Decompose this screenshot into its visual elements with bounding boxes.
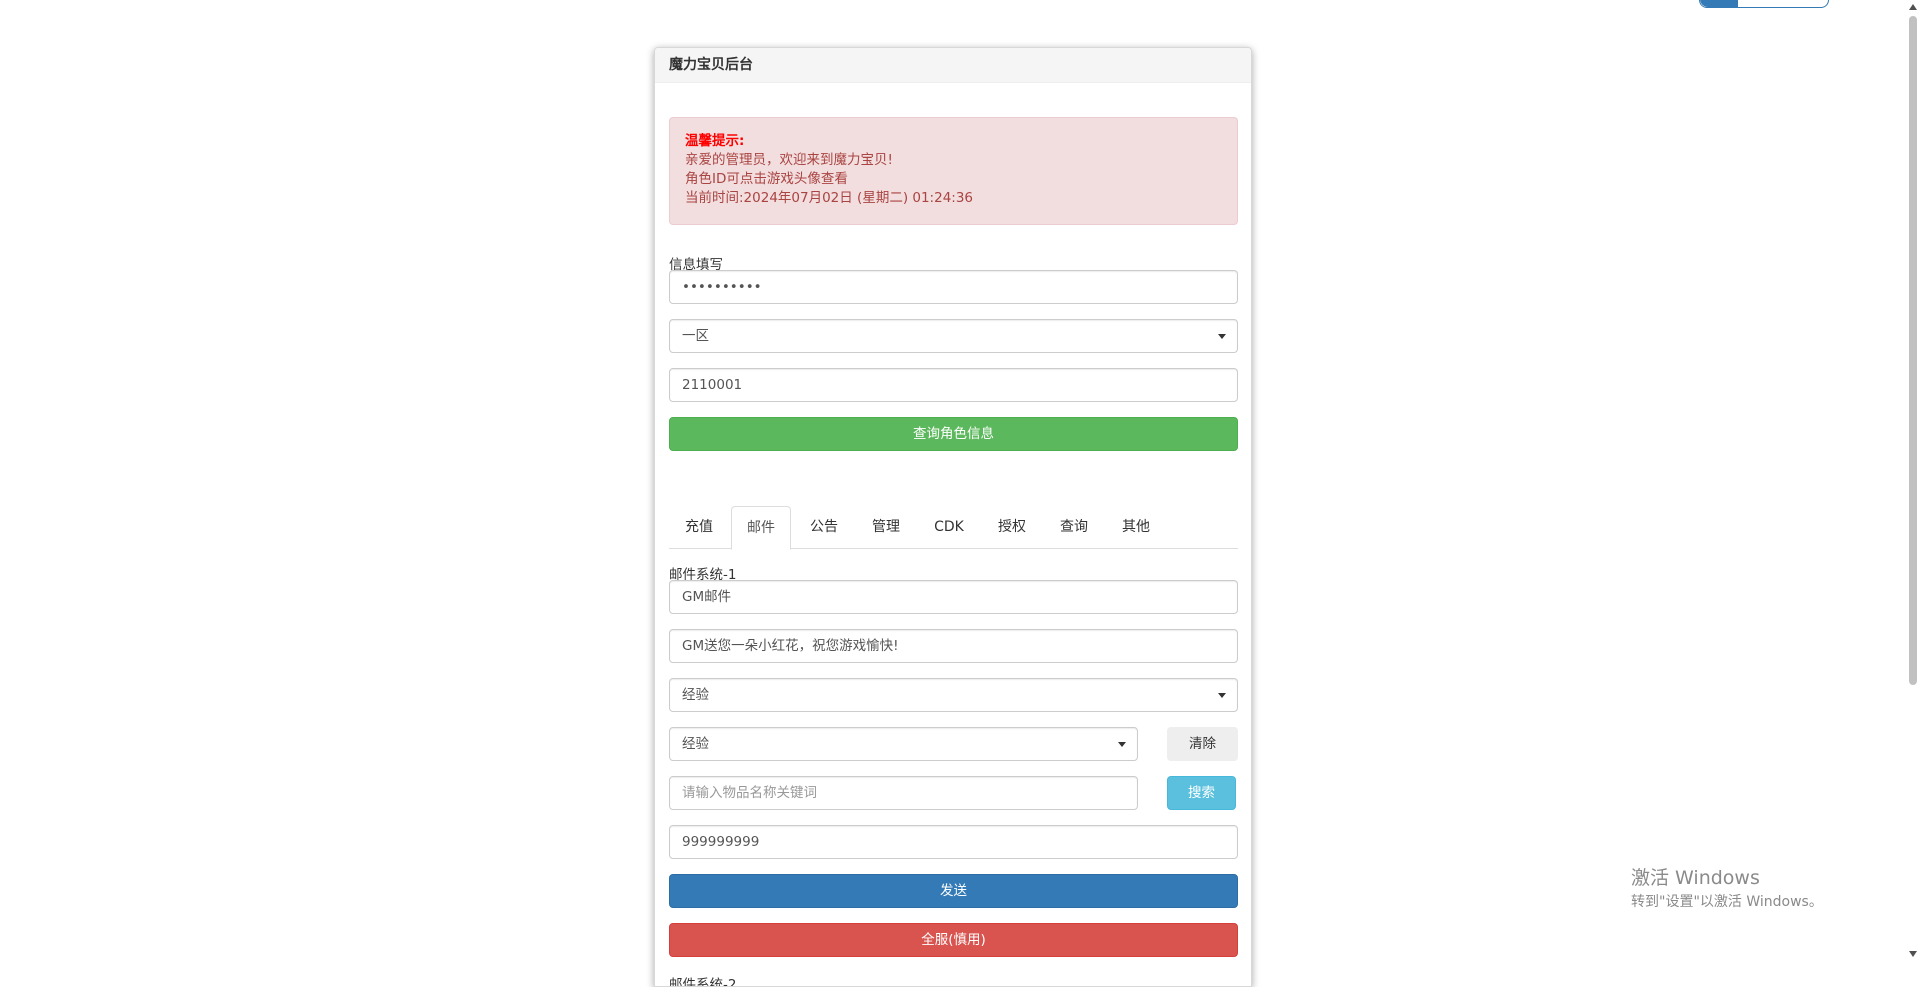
watermark-subtitle: 转到"设置"以激活 Windows。 [1631,892,1823,912]
server-select-value: 一区 [682,328,709,344]
all-server-button[interactable]: 全服(慎用) [669,923,1238,957]
tab-cdk[interactable]: CDK [917,506,981,549]
item-search-input[interactable]: 请输入物品名称关键词 [669,776,1138,810]
alert-role-id-hint: 角色ID可点击游戏头像查看 [685,170,1222,189]
alert-title: 温馨提示: [685,132,1222,151]
chevron-down-icon [1218,693,1226,698]
top-toggle-pill[interactable] [1699,0,1829,8]
mail-title-field[interactable]: GM邮件 [669,580,1238,614]
query-role-button[interactable]: 查询角色信息 [669,417,1238,451]
mail-item-value: 经验 [682,736,709,752]
mail-system-2-label: 邮件系统-2 [669,973,736,987]
scrollbar-thumb[interactable] [1909,16,1917,685]
panel-title: 魔力宝贝后台 [655,48,1251,83]
top-toggle-fill [1700,0,1738,7]
scroll-down-icon[interactable] [1909,951,1917,957]
chevron-down-icon [1118,742,1126,747]
tab-authorize[interactable]: 授权 [981,506,1043,549]
tab-manage[interactable]: 管理 [855,506,917,549]
mail-type-value: 经验 [682,687,709,703]
clear-button[interactable]: 清除 [1167,727,1238,761]
tab-query[interactable]: 查询 [1043,506,1105,549]
page-scrollbar[interactable] [1906,0,1920,961]
mail-item-select[interactable]: 经验 [669,727,1138,761]
admin-panel: 魔力宝贝后台 温馨提示: 亲爱的管理员，欢迎来到魔力宝贝! 角色ID可点击游戏头… [654,47,1252,987]
role-id-field[interactable]: 2110001 [669,368,1238,402]
mail-content-field[interactable]: GM送您一朵小红花，祝您游戏愉快! [669,629,1238,663]
tab-other[interactable]: 其他 [1105,506,1167,549]
function-tabs: 充值 邮件 公告 管理 CDK 授权 查询 其他 [669,506,1238,549]
alert-welcome-line: 亲爱的管理员，欢迎来到魔力宝贝! [685,151,1222,170]
mail-type-select[interactable]: 经验 [669,678,1238,712]
scroll-up-icon[interactable] [1909,4,1917,10]
tab-announcement[interactable]: 公告 [793,506,855,549]
quantity-field[interactable]: 999999999 [669,825,1238,859]
notice-alert: 温馨提示: 亲爱的管理员，欢迎来到魔力宝贝! 角色ID可点击游戏头像查看 当前时… [669,117,1238,225]
tab-mail[interactable]: 邮件 [731,506,791,550]
chevron-down-icon [1218,334,1226,339]
windows-activation-watermark: 激活 Windows 转到"设置"以激活 Windows。 [1631,866,1823,912]
server-select[interactable]: 一区 [669,319,1238,353]
tab-recharge[interactable]: 充值 [669,506,729,549]
password-field[interactable]: •••••••••• [669,270,1238,304]
watermark-title: 激活 Windows [1631,866,1823,890]
send-button[interactable]: 发送 [669,874,1238,908]
search-button[interactable]: 搜索 [1167,776,1236,810]
alert-current-time: 当前时间:2024年07月02日 (星期二) 01:24:36 [685,189,1222,208]
